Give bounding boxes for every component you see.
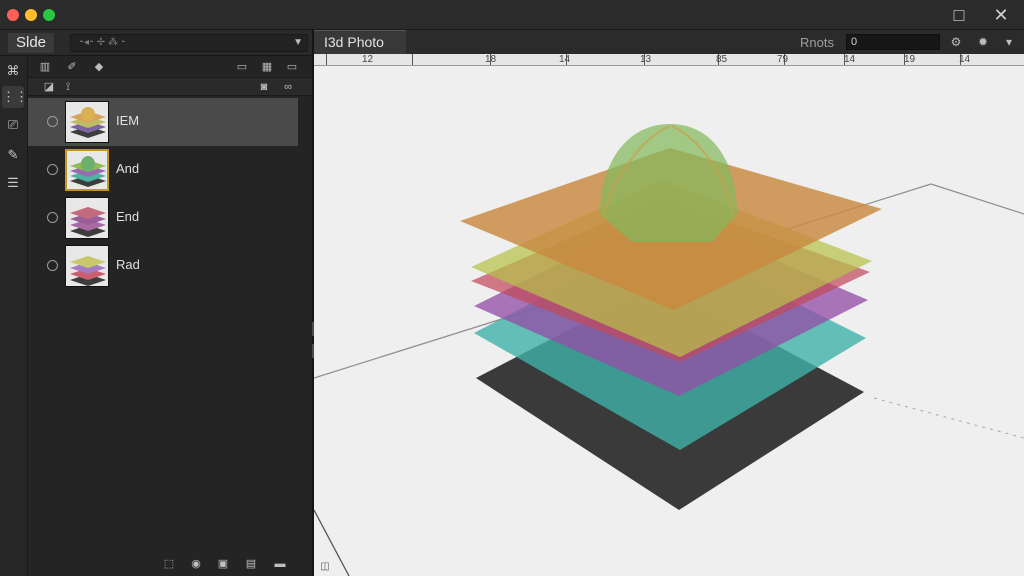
paint-tool-icon[interactable]: ✎ (2, 144, 24, 166)
layer-thumbnail (65, 101, 109, 143)
comment-icon[interactable]: ▤ (243, 556, 259, 572)
layer-thumbnail (65, 149, 109, 191)
camera-icon[interactable]: ◙ (256, 79, 272, 95)
cube-icon[interactable]: ⬚ (161, 556, 177, 572)
ground-line (873, 397, 1024, 439)
ruler-tick (326, 54, 327, 65)
layer-row[interactable]: End (28, 194, 298, 242)
ruler-label: 18 (485, 54, 497, 65)
transform-tool-icon[interactable]: ⌘ (2, 60, 24, 82)
ruler-label: 14 (559, 54, 571, 65)
document-tab[interactable]: I3d Photo (314, 30, 406, 54)
layers-panel: ▥ ✐ ◆ ▭ ▦ ▭ ◪ ⟟ ◙ ∞ IEM And End Rad ⬚ ◉ … (28, 56, 312, 576)
visibility-radio[interactable] (47, 260, 58, 271)
ruler-label: 14 (959, 54, 971, 65)
maximize-button[interactable]: □ (948, 4, 970, 26)
ruler-label: 14 (844, 54, 856, 65)
ruler-label: 79 (777, 54, 789, 65)
layer-name: End (116, 209, 140, 224)
visibility-radio[interactable] (47, 164, 58, 175)
viewport-header: I3d Photo Rnots 0 ⚙ ✹ ▾ (314, 30, 1024, 54)
visibility-radio[interactable] (47, 116, 58, 127)
top-ruler: 12 18 14 13 85 79 14 19 14 (314, 54, 1024, 66)
ruler-tick (412, 54, 413, 65)
corner-icon[interactable]: ◫ (318, 560, 332, 574)
roots-label: Rnots (800, 35, 834, 50)
chevron-down-icon[interactable]: ▼ (293, 35, 303, 51)
ruler-label: 85 (716, 54, 728, 65)
brush-icon[interactable]: ✐ (64, 59, 80, 75)
layer-name: IEM (116, 113, 140, 128)
ruler-label: 12 (362, 54, 374, 65)
new-folder-icon[interactable]: ▭ (284, 59, 300, 75)
ground-line (930, 183, 1024, 215)
layers-toolbar: ▥ ✐ ◆ ▭ ▦ ▭ (28, 56, 312, 78)
panel-select[interactable]: ⁃◂⁃ ✢ ⁂ ⁃ ▼ (70, 34, 308, 52)
chevron-down-icon[interactable]: ▾ (1001, 34, 1017, 50)
gear-icon[interactable]: ✹ (975, 34, 991, 50)
panel-title[interactable]: Slde (8, 33, 55, 53)
roots-input[interactable]: 0 (846, 34, 940, 50)
close-button[interactable]: ✕ (990, 4, 1012, 26)
title-bar: □ ✕ (0, 0, 1024, 30)
ruler-label: 13 (640, 54, 652, 65)
layer-row[interactable]: IEM (28, 98, 298, 146)
layer-tool-icon[interactable]: ⋮⋮ (2, 86, 28, 108)
layer-name: And (116, 161, 140, 176)
layer-thumbnail (65, 245, 109, 287)
layer-name: Rad (116, 257, 140, 272)
layers-bottom-bar: ⬚ ◉ ▣ ▤ ▬ (28, 552, 312, 576)
lock-icon[interactable]: ◪ (41, 79, 57, 95)
minimize-window-dot[interactable] (25, 9, 37, 21)
close-window-dot[interactable] (7, 9, 19, 21)
frame-icon[interactable]: ▣ (215, 556, 231, 572)
light-icon[interactable]: ◉ (188, 556, 204, 572)
layer-row[interactable]: Rad (28, 242, 298, 290)
group-icon[interactable]: ▦ (259, 59, 275, 75)
link-icon[interactable]: ∞ (280, 79, 296, 95)
layer-row[interactable]: And (28, 146, 298, 194)
layer-thumbnail (65, 197, 109, 239)
ruler-label: 19 (904, 54, 916, 65)
filter-icon[interactable]: ⟟ (60, 79, 76, 95)
layer-icon[interactable]: ▥ (37, 59, 53, 75)
visibility-radio[interactable] (47, 212, 58, 223)
zoom-window-dot[interactable] (43, 9, 55, 21)
settings-icon[interactable]: ⚙ (948, 34, 964, 50)
layers-filter-bar: ◪ ⟟ ◙ ∞ (28, 78, 312, 96)
page-tool-icon[interactable]: ⎚ (2, 114, 24, 136)
panel-select-value: ⁃◂⁃ ✢ ⁂ ⁃ (79, 37, 126, 48)
scene-svg (314, 124, 1024, 576)
tool-strip: ⌘ ⋮⋮ ⎚ ✎ ☰ (0, 56, 28, 576)
trash-icon[interactable]: ▬ (272, 556, 288, 572)
mask-icon[interactable]: ◆ (91, 59, 107, 75)
adjust-tool-icon[interactable]: ☰ (2, 172, 24, 194)
dome-shape (600, 124, 737, 242)
viewport-canvas[interactable]: ◫ (314, 66, 1024, 576)
panel-header: Slde ⁃◂⁃ ✢ ⁂ ⁃ ▼ (0, 30, 312, 56)
folder-icon[interactable]: ▭ (234, 59, 250, 75)
